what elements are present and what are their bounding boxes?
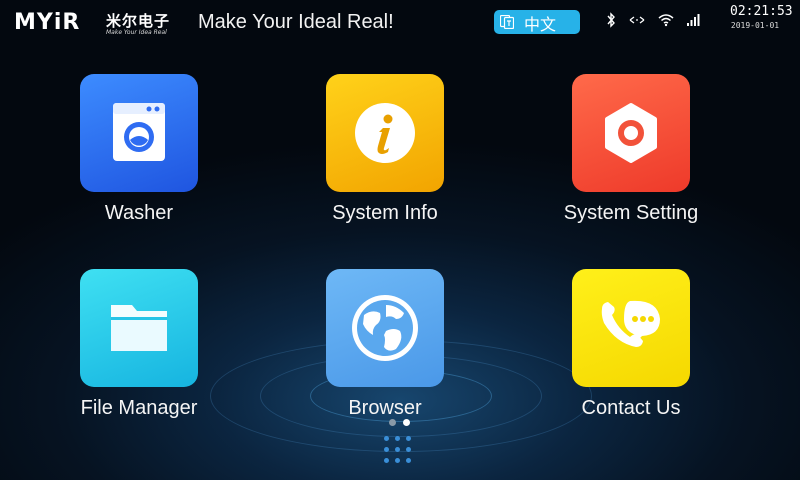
info-icon	[355, 103, 415, 163]
translate-icon	[500, 15, 514, 29]
app-drawer-grid-icon[interactable]	[384, 436, 418, 470]
bluetooth-icon	[607, 12, 615, 28]
network-arrows-icon	[629, 16, 645, 24]
top-bar: MYiR 米尔电子 Make Your Idea Real Make Your …	[0, 0, 800, 46]
page-indicator	[389, 419, 413, 429]
app-tile	[572, 269, 690, 387]
app-system-info[interactable]: System Info	[285, 74, 485, 244]
logo-chinese-text: 米尔电子	[106, 12, 171, 30]
globe-icon	[352, 295, 418, 361]
app-tile	[572, 74, 690, 192]
phone-chat-icon	[601, 300, 660, 347]
app-label: Contact Us	[581, 397, 681, 419]
page-dot[interactable]	[389, 419, 396, 426]
app-label: File Manager	[80, 397, 198, 419]
wifi-icon	[658, 14, 674, 27]
settings-hexagon-icon	[605, 103, 657, 163]
page-dot-active[interactable]	[403, 419, 410, 426]
logo-subtitle: Make Your Idea Real	[106, 29, 167, 36]
app-label: System Info	[332, 202, 438, 224]
washing-machine-icon	[113, 103, 165, 161]
tagline: Make Your Ideal Real!	[198, 11, 394, 33]
app-label: Washer	[104, 202, 174, 224]
app-browser[interactable]: Browser	[285, 269, 485, 439]
language-switch-button[interactable]: 中文	[494, 10, 580, 34]
app-system-setting[interactable]: System Setting	[531, 74, 731, 244]
folder-icon	[111, 305, 167, 351]
app-tile	[326, 74, 444, 192]
myir-logo: MYiR 米尔电子 Make Your Idea Real	[14, 10, 179, 40]
app-tile	[80, 74, 198, 192]
clock-date: 2019-01-01	[730, 21, 780, 30]
app-washer[interactable]: Washer	[39, 74, 239, 244]
app-tile	[326, 269, 444, 387]
app-label: System Setting	[563, 202, 699, 224]
signal-bars-icon	[687, 14, 700, 26]
app-tile	[80, 269, 198, 387]
app-label: Browser	[348, 397, 422, 419]
clock-time: 02:21:53	[730, 4, 793, 19]
logo-text: MYiR	[14, 10, 81, 35]
app-file-manager[interactable]: File Manager	[39, 269, 239, 439]
language-label: 中文	[524, 15, 557, 34]
app-contact-us[interactable]: Contact Us	[531, 269, 731, 439]
